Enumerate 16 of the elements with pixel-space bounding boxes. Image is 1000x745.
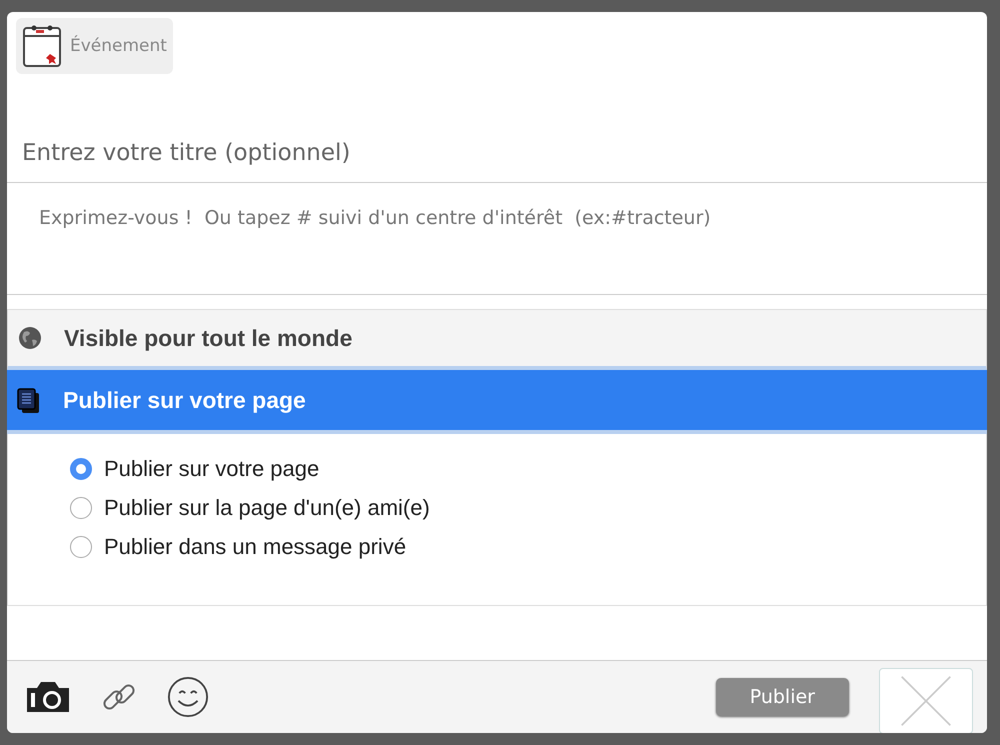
radio-option[interactable]: Publier dans un message privé [70,534,924,560]
destination-bar[interactable]: Publier sur votre page [7,370,987,434]
radio-option[interactable]: Publier sur votre page [70,456,924,482]
camera-icon[interactable] [25,680,71,714]
globe-icon [18,326,42,350]
visibility-bar[interactable]: Visible pour tout le monde [7,309,987,370]
radio-button[interactable] [70,497,92,519]
destination-label: Publier sur votre page [63,386,306,414]
calendar-icon [22,24,62,68]
radio-option[interactable]: Publier sur la page d'un(e) ami(e) [70,495,924,521]
smiley-icon[interactable] [167,676,209,718]
close-icon [898,673,954,729]
radio-button[interactable] [70,536,92,558]
radio-button[interactable] [70,458,92,480]
visibility-label: Visible pour tout le monde [64,324,352,352]
pages-icon [17,387,41,413]
